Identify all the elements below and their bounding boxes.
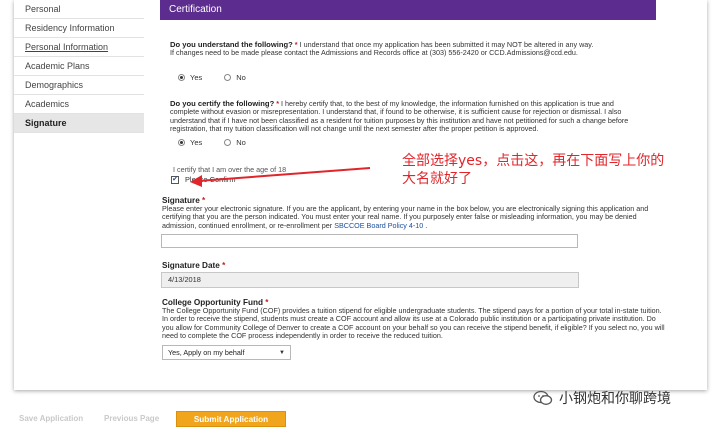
sidebar-item-demographics[interactable]: Demographics [14, 76, 144, 95]
signature-instructions-tail: . [423, 220, 428, 230]
sidebar-item-personal-information[interactable]: Personal Information [14, 38, 144, 57]
main-content: Certification [160, 0, 656, 20]
required-marker: * [222, 261, 226, 270]
watermark-text: 小钢炮和你聊跨境 [559, 391, 671, 407]
radio-understand-yes-label: Yes [190, 73, 203, 82]
question-understand-contact: If changes need to be made please contac… [170, 48, 578, 58]
signature-date-title-text: Signature Date [162, 261, 220, 270]
sidebar-item-personal[interactable]: Personal [14, 0, 144, 19]
radio-understand-yes[interactable] [178, 74, 185, 81]
signature-date-title: Signature Date * [162, 261, 225, 270]
question-certify: Do you certify the following? * I hereby… [170, 99, 644, 134]
previous-page-button[interactable]: Previous Page [104, 414, 159, 423]
save-application-button[interactable]: Save Application [19, 414, 83, 423]
chevron-down-icon: ▼ [279, 350, 285, 356]
radio-certify-yes[interactable] [178, 139, 185, 146]
question-understand: Do you understand the following? * I und… [170, 40, 644, 58]
sidebar-item-signature[interactable]: Signature [14, 114, 144, 133]
radio-certify-yes-label: Yes [190, 138, 203, 147]
wechat-icon [533, 390, 553, 405]
annotation-text: 全部选择yes，点击这，再在下面写上你的大名就好了 [402, 153, 665, 187]
radio-understand-no-label: No [236, 73, 246, 82]
cof-select[interactable]: Yes, Apply on my behalf ▼ [162, 345, 291, 360]
submit-application-button[interactable]: Submit Application [176, 411, 286, 427]
signature-date-field: 4/13/2018 [161, 272, 579, 288]
certification-header: Certification [160, 0, 656, 20]
age-confirm-checkbox[interactable]: ✔ [171, 175, 179, 184]
signature-input[interactable] [161, 234, 578, 248]
cof-description: The College Opportunity Fund (COF) provi… [162, 306, 665, 341]
sidebar-item-academic-plans[interactable]: Academic Plans [14, 57, 144, 76]
radio-certify-no[interactable] [224, 139, 232, 146]
sidebar-nav: Personal Residency Information Personal … [14, 0, 144, 133]
signature-instructions: Please enter your electronic signature. … [162, 204, 667, 230]
radio-understand-no[interactable] [224, 74, 232, 81]
cof-select-value: Yes, Apply on my behalf [168, 348, 245, 357]
question-certify-options: Yes No [178, 138, 246, 147]
question-understand-options: Yes No [178, 73, 246, 82]
sidebar-item-residency-information[interactable]: Residency Information [14, 19, 144, 38]
watermark: 小钢炮和你聊跨境 [533, 388, 671, 408]
board-policy-link[interactable]: SBCCOE Board Policy 4-10 [334, 221, 423, 230]
radio-certify-no-label: No [236, 138, 246, 147]
annotation-arrow-icon [190, 167, 371, 187]
sidebar-item-academics[interactable]: Academics [14, 95, 144, 114]
